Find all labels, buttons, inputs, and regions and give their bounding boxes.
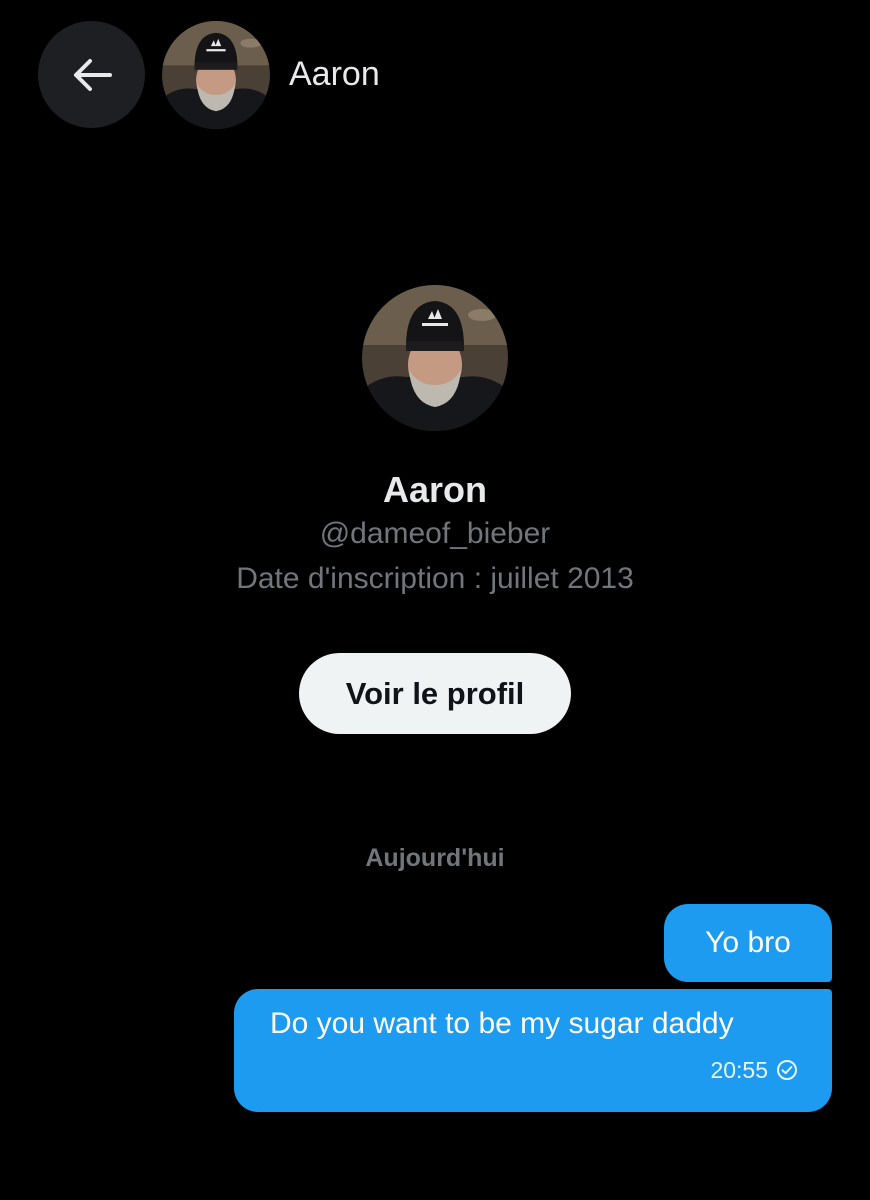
header-contact-name: Aaron	[289, 55, 380, 93]
date-divider: Aujourd'hui	[365, 844, 505, 872]
message-bubble[interactable]: Yo bro	[664, 904, 832, 982]
message-meta: 20:55	[710, 1055, 798, 1085]
back-button[interactable]	[38, 21, 145, 128]
check-circle-icon	[776, 1059, 798, 1081]
arrow-left-icon	[72, 58, 112, 92]
profile-join-date: Date d'inscription : juillet 2013	[236, 562, 634, 595]
message-text: Do you want to be my sugar daddy	[270, 1007, 734, 1040]
header-avatar[interactable]	[162, 21, 270, 129]
profile-avatar[interactable]	[362, 285, 508, 431]
profile-name: Aaron	[382, 469, 487, 510]
conversation-header: Aaron	[0, 0, 870, 150]
profile-handle: @dameof_bieber	[319, 517, 551, 550]
message-timestamp: 20:55	[710, 1057, 768, 1083]
view-profile-button[interactable]: Voir le profil	[299, 653, 571, 734]
message-bubble[interactable]: Do you want to be my sugar daddy 20:55	[234, 989, 832, 1112]
message-text: Yo bro	[705, 926, 791, 959]
